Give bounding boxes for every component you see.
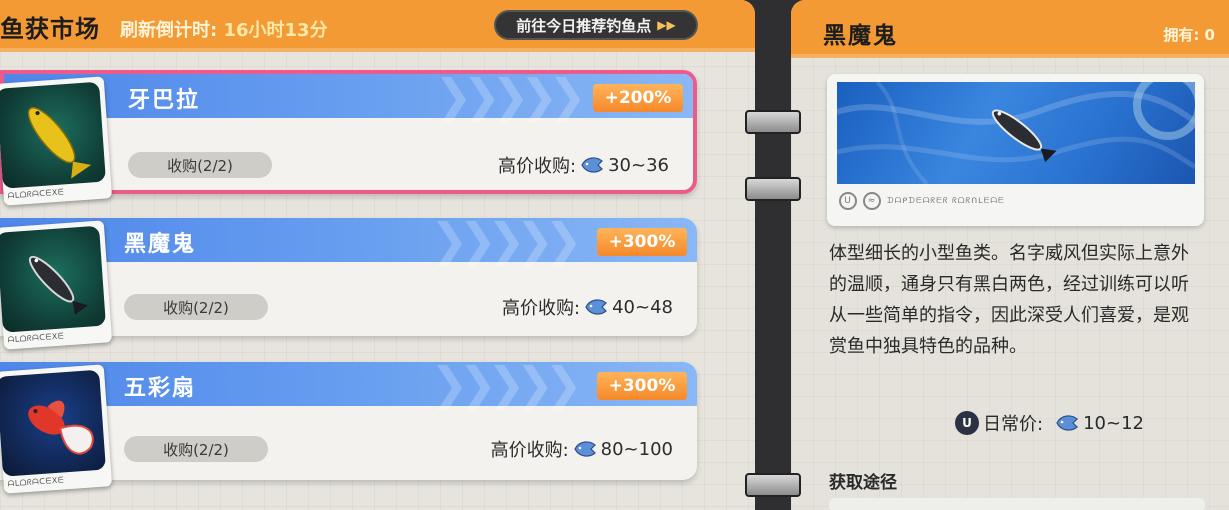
fish-description: 体型细长的小型鱼类。名字威风但实际上意外的温顺，通身只有黑白两色，经过训练可以听… [829, 243, 1189, 357]
high-price-row: 高价收购: 30~36 [498, 152, 669, 178]
purchase-count-pill: 收购(2/2) [124, 436, 268, 462]
fish-thumbnail-wucaishan: ᗩLᗝᖇᗩᑕᗴXᗴ [0, 364, 113, 494]
daily-price-label: 日常价: [983, 414, 1044, 435]
fish-photo [837, 82, 1195, 184]
detail-fish-name: 黑魔鬼 [823, 23, 898, 49]
high-price-row: 高价收购: 40~48 [502, 294, 673, 320]
fish-coin-icon [584, 297, 608, 317]
recommend-fishing-spot-button[interactable]: 前往今日推荐钓鱼点 ▶▶ [494, 10, 698, 40]
purchase-count-pill: 收购(2/2) [124, 294, 268, 320]
purchase-count-pill: 收购(2/2) [128, 152, 272, 178]
fish-name: 黑魔鬼 [124, 232, 197, 257]
high-price-row: 高价收购: 80~100 [491, 436, 673, 462]
chevron-decoration: ❯ ❯ ❯ ❯ ❯ [434, 70, 587, 123]
chevron-decoration: ❯ ❯ ❯ ❯ ❯ [430, 218, 583, 267]
fish-thumbnail-yabala: ᗩLᗝᖇᗩᑕᗴXᗴ [0, 76, 113, 206]
high-price-label: 高价收购: [490, 440, 569, 461]
binder-ring [745, 110, 801, 134]
photo-caption: U ≈ ᗪᗩᑭᗪᗴᗩᖇᗴᖇ ᖇᗝᖇᑎᒪᗴᗩᗴ [839, 192, 1005, 210]
countdown-value: 16小时13分 [223, 20, 328, 41]
countdown-label: 刷新倒计时: [120, 20, 218, 41]
high-price-range: 40~48 [612, 296, 673, 318]
fish-name: 五彩扇 [124, 376, 197, 401]
fish-market-panel: 鱼获市场 刷新倒计时: 16小时13分 前往今日推荐钓鱼点 ▶▶ ❯ ❯ ❯ ❯ ❯ 牙… [0, 0, 755, 510]
u-emblem-icon: U [839, 192, 857, 210]
card-name-band: ❯ ❯ ❯ ❯ ❯ [4, 70, 693, 123]
fish-thumbnail-heimogui: ᗩLᗝᖇᗩᑕᗴXᗴ [0, 220, 113, 350]
obtain-methods-box [829, 498, 1205, 510]
daily-price-row: U 日常价: 10~12 [955, 410, 1144, 436]
binder-ring [745, 473, 801, 497]
fish-photo-card: U ≈ ᗪᗩᑭᗪᗴᗩᖇᗴᖇ ᖇᗝᖇᑎᒪᗴᗩᗴ [827, 74, 1204, 226]
recommend-button-label: 前往今日推荐钓鱼点 [516, 16, 652, 35]
daily-price-range: 10~12 [1083, 412, 1144, 434]
fish-coin-icon [580, 155, 604, 175]
binder-ring [745, 177, 801, 201]
fish-name: 牙巴拉 [128, 88, 201, 113]
high-price-range: 30~36 [608, 154, 669, 176]
high-price-label: 高价收购: [502, 298, 581, 319]
detail-header: 黑魔鬼 拥有: 0 [791, 0, 1229, 58]
bonus-badge: +300% [597, 228, 687, 256]
fish-coin-icon [1055, 413, 1079, 433]
owned-count: 拥有: 0 [1163, 26, 1215, 44]
high-price-range: 80~100 [600, 438, 673, 460]
high-price-label: 高价收购: [498, 156, 577, 177]
market-title: 鱼获市场 [0, 15, 100, 43]
bonus-badge: +200% [593, 84, 683, 112]
bonus-badge: +300% [597, 372, 687, 400]
fish-coin-icon [573, 439, 597, 459]
chevron-decoration: ❯ ❯ ❯ ❯ ❯ [430, 362, 583, 411]
wave-emblem-icon: ≈ [863, 192, 881, 210]
fish-detail-panel: 黑魔鬼 拥有: 0 U ≈ ᗪᗩᑭᗪᗴᗩᖇᗴᖇ ᖇᗝᖇᑎᒪᗴᗩᗴ 体型细长的小型… [791, 0, 1229, 510]
u-emblem-icon: U [955, 411, 979, 435]
fast-forward-icon: ▶▶ [657, 18, 676, 32]
refresh-countdown: 刷新倒计时: 16小时13分 [120, 16, 328, 42]
market-header: 鱼获市场 刷新倒计时: 16小时13分 前往今日推荐钓鱼点 ▶▶ [0, 0, 755, 52]
obtain-methods-title: 获取途径 [829, 473, 897, 493]
